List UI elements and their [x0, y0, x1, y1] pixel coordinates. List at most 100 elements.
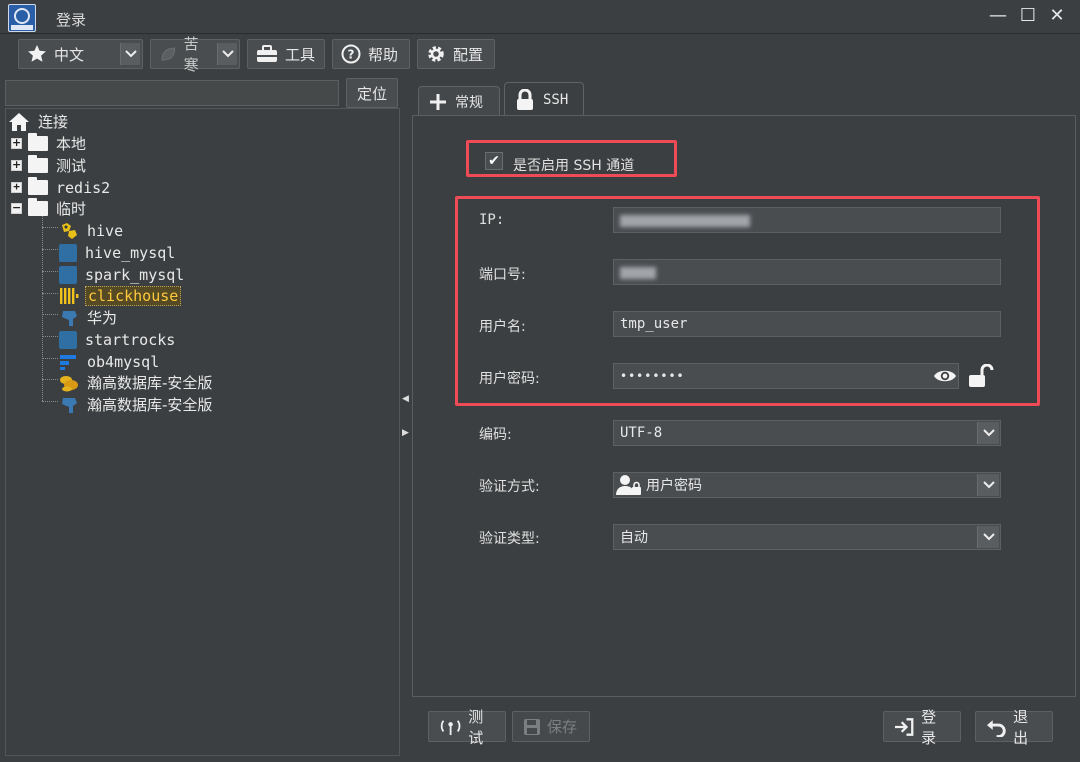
tree-item[interactable]: 瀚高数据库-安全版 — [59, 372, 214, 393]
tree-item[interactable]: hive — [59, 220, 125, 241]
toolbar: 中文 苦寒 工具 ? 帮助 配置 — [0, 35, 1080, 75]
sign-in-icon — [894, 717, 914, 736]
test-button[interactable]: 测试 — [428, 708, 506, 747]
tools-button[interactable]: 工具 — [247, 39, 325, 69]
splitter-collapse-right-icon[interactable]: ▶ — [402, 428, 409, 438]
maximize-button[interactable]: ☐ — [1016, 4, 1040, 28]
username-input[interactable]: tmp_user — [613, 311, 1001, 337]
tree-group[interactable]: + 本地 — [11, 133, 88, 154]
tree-root-label: 连接 — [38, 113, 69, 131]
help-label: 帮助 — [368, 45, 399, 64]
chevron-down-icon — [977, 422, 999, 444]
eye-icon[interactable] — [933, 367, 957, 385]
expand-icon[interactable]: + — [11, 137, 22, 149]
auth-method-label: 验证方式: — [479, 479, 540, 495]
enable-ssh-checkbox[interactable]: ✔ — [485, 152, 503, 170]
username-label: 用户名: — [479, 319, 526, 335]
tree-item-label: ob4mysql — [87, 352, 160, 371]
tree-group-label: 测试 — [56, 157, 87, 175]
tab-ssh[interactable]: SSH — [504, 82, 584, 116]
tree-group-expanded[interactable]: − 临时 — [11, 198, 88, 219]
toolbox-icon — [257, 45, 277, 62]
splitter-collapse-left-icon[interactable]: ◀ — [402, 394, 409, 404]
clickhouse-icon — [60, 287, 79, 304]
password-label: 用户密码: — [479, 371, 540, 387]
chevron-down-icon — [120, 43, 140, 65]
auth-type-value: 自动 — [620, 530, 648, 546]
postgres-icon — [62, 310, 77, 326]
auth-method-value: 用户密码 — [646, 478, 702, 494]
gear-icon — [428, 46, 444, 62]
language-value: 中文 — [54, 45, 85, 64]
tree-item-label: hive_mysql — [85, 243, 176, 262]
auth-type-select[interactable]: 自动 — [613, 524, 1001, 550]
tree-item[interactable]: 华为 — [59, 307, 119, 328]
star-icon — [28, 45, 46, 62]
tree-item-label: 瀚高数据库-安全版 — [87, 374, 213, 392]
redacted-value — [620, 267, 656, 279]
undo-icon — [986, 719, 1006, 737]
minimize-button[interactable]: — — [986, 4, 1010, 28]
password-input[interactable]: •••••••• — [613, 363, 959, 389]
help-button[interactable]: ? 帮助 — [332, 39, 410, 69]
ip-input[interactable] — [613, 207, 1001, 233]
exit-button[interactable]: 退出 — [975, 708, 1053, 747]
folder-icon — [28, 155, 48, 173]
tree-root[interactable]: 连接 — [8, 111, 70, 132]
auth-method-select[interactable]: 用户密码 — [613, 472, 1001, 498]
locate-button[interactable]: 定位 — [346, 78, 398, 108]
tab-general[interactable]: 常规 — [418, 86, 500, 116]
encoding-select[interactable]: UTF-8 — [613, 420, 1001, 446]
tree-item[interactable]: hive_mysql — [59, 242, 177, 263]
theme-select[interactable]: 苦寒 — [150, 35, 240, 74]
tree-item-selected[interactable]: clickhouse — [59, 285, 182, 306]
home-icon — [9, 112, 29, 131]
floppy-icon — [524, 718, 540, 735]
port-label: 端口号: — [479, 267, 526, 283]
unlock-icon[interactable] — [968, 364, 994, 388]
encoding-label: 编码: — [479, 427, 512, 443]
tools-label: 工具 — [285, 45, 316, 64]
language-select[interactable]: 中文 — [18, 39, 143, 69]
connection-panel: 定位 连接 + 本地 + 测试 + redis2 − 临时 hive hive_… — [5, 78, 400, 756]
tree-guide-line — [42, 227, 58, 228]
tree-item[interactable]: ob4mysql — [59, 351, 161, 372]
expand-icon[interactable]: + — [11, 159, 22, 171]
chevron-down-icon — [977, 474, 999, 496]
tree-guide-line — [42, 213, 43, 401]
tree-item-label: clickhouse — [85, 285, 182, 306]
antenna-icon — [440, 719, 461, 735]
config-button[interactable]: 配置 — [417, 39, 495, 69]
tree-guide-line — [42, 249, 58, 250]
close-button[interactable]: ✕ — [1045, 4, 1069, 28]
expand-icon[interactable]: + — [11, 181, 22, 193]
test-label: 测试 — [468, 707, 484, 747]
mysql-icon — [59, 330, 77, 349]
auth-type-label: 验证类型: — [479, 531, 540, 547]
tree-group-label: 本地 — [56, 135, 87, 153]
tree-item[interactable]: startrocks — [59, 329, 177, 350]
ssh-settings-panel: ✔ 是否启用 SSH 通道 IP: 端口号: 用户名: tmp_user 用户密… — [412, 115, 1076, 697]
tree-group-label: 临时 — [56, 200, 87, 218]
tree-group[interactable]: + 测试 — [11, 155, 88, 176]
login-button[interactable]: 登录 — [883, 708, 961, 747]
connection-tree[interactable]: 连接 + 本地 + 测试 + redis2 − 临时 hive hive_mys… — [5, 108, 400, 756]
tree-item[interactable]: 瀚高数据库-安全版 — [59, 394, 214, 415]
tree-guide-line — [42, 336, 58, 337]
tree-group[interactable]: + redis2 — [11, 177, 112, 198]
highgo-icon — [60, 375, 78, 391]
collapse-icon[interactable]: − — [11, 202, 22, 214]
lock-icon — [517, 88, 533, 110]
oceanbase-icon — [60, 354, 76, 370]
port-input[interactable] — [613, 259, 1001, 285]
tab-general-label: 常规 — [455, 94, 483, 111]
save-button[interactable]: 保存 — [512, 711, 590, 742]
tab-ssh-label: SSH — [543, 91, 569, 108]
tree-item-label: spark_mysql — [85, 265, 185, 284]
svg-text:?: ? — [348, 48, 355, 62]
tree-item[interactable]: spark_mysql — [59, 264, 186, 285]
locate-input[interactable] — [5, 80, 339, 106]
folder-icon — [28, 198, 48, 216]
hive-icon — [62, 222, 77, 239]
plus-icon — [430, 93, 446, 110]
